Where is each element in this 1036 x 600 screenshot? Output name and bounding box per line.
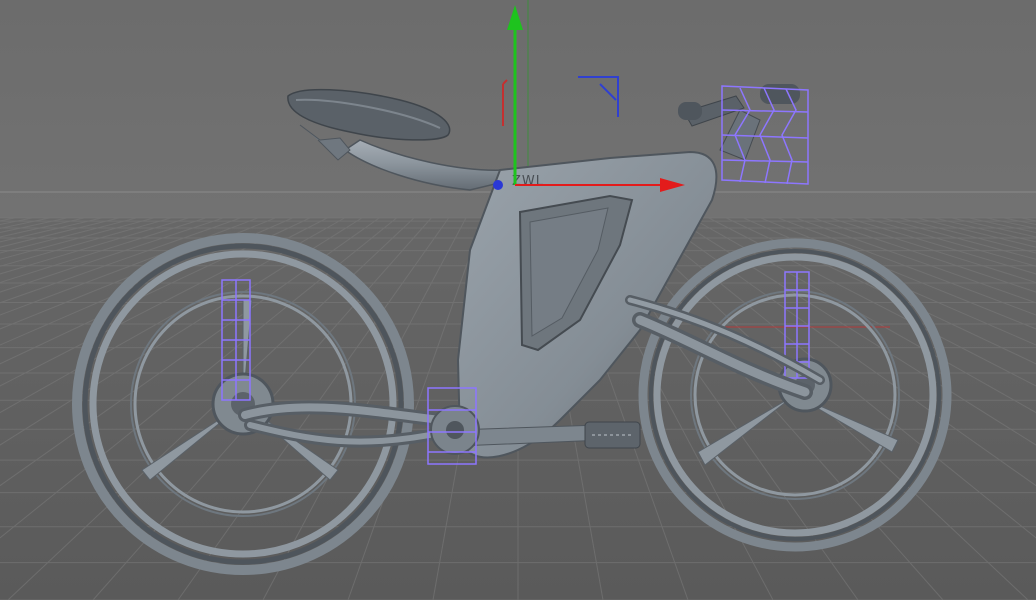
3d-viewport[interactable]: ZWL xyxy=(0,0,1036,600)
gizmo-z-handle[interactable] xyxy=(493,180,503,190)
frame-label: ZWL xyxy=(512,174,544,189)
viewport-canvas[interactable]: ZWL xyxy=(0,0,1036,600)
